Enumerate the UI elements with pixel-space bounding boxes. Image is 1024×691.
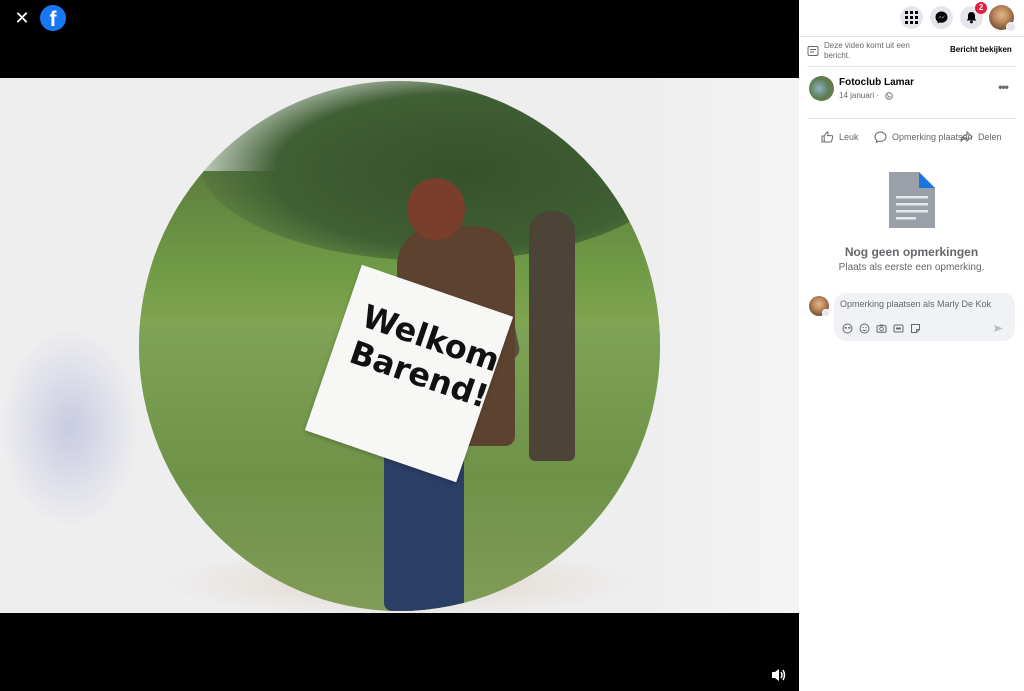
page-avatar[interactable] [809, 76, 834, 101]
empty-comments-title: Nog geen opmerkingen [844, 245, 979, 259]
share-button[interactable]: Delen [960, 130, 1010, 144]
thumbs-up-icon [821, 131, 834, 143]
more-options-button[interactable]: ••• [993, 80, 1013, 96]
scene-tree-trunk [529, 211, 575, 461]
top-navigation: 2 [799, 0, 1024, 36]
post-actions: Leuk Opmerking plaatsen Delen [799, 126, 1024, 148]
chevron-down-icon[interactable] [822, 309, 830, 317]
gif-icon[interactable] [893, 321, 904, 333]
video-frame[interactable]: Welkom Barend! [0, 78, 799, 613]
empty-comments-subtitle: Plaats als eerste een opmerking. [838, 262, 985, 273]
facebook-logo[interactable]: f [40, 5, 66, 31]
emoji-icon[interactable] [859, 321, 870, 334]
send-icon[interactable] [993, 321, 1004, 332]
post-header: Fotoclub Lamar 14 januari · ••• [799, 70, 1024, 110]
avatar-sticker-icon[interactable] [842, 321, 853, 334]
share-label: Delen [978, 132, 1002, 142]
post-icon [807, 46, 819, 56]
divider [807, 118, 1016, 119]
sign-text: Welkom Barend! [345, 297, 505, 416]
video-circle-scene: Welkom Barend! [139, 81, 660, 611]
comment-icon [874, 131, 887, 143]
camera-icon[interactable] [876, 321, 887, 333]
notification-count-badge: 2 [975, 2, 987, 14]
post-date[interactable]: 14 januari · [839, 91, 879, 100]
share-icon [960, 131, 973, 143]
comment-input[interactable] [840, 299, 1010, 309]
sticker-icon[interactable] [910, 321, 921, 333]
video-pane[interactable]: ✕ f Welkom Barend! [0, 0, 799, 691]
post-sidebar: 2 Deze video komt uit een bericht. Beric… [799, 0, 1024, 691]
chevron-down-icon[interactable] [1006, 22, 1016, 32]
no-comments-document-icon [889, 172, 935, 228]
volume-icon[interactable] [771, 668, 791, 686]
close-icon[interactable]: ✕ [10, 7, 34, 31]
comment-button[interactable]: Opmerking plaatsen [874, 130, 973, 144]
video-background-blur [640, 78, 799, 613]
facebook-video-viewer: ✕ f Welkom Barend! 2 Deze video komt uit… [0, 0, 1024, 691]
page-name[interactable]: Fotoclub Lamar [839, 77, 914, 88]
view-post-link[interactable]: Bericht bekijken [950, 45, 1012, 54]
messenger-icon[interactable] [930, 6, 953, 29]
grid-menu-icon[interactable] [900, 6, 923, 29]
like-button[interactable]: Leuk [821, 130, 867, 144]
globe-icon [885, 92, 893, 100]
source-post-notice: Deze video komt uit een bericht. Bericht… [799, 37, 1024, 67]
scene-person-head [407, 178, 465, 240]
divider [807, 66, 1016, 67]
source-post-text: Deze video komt uit een bericht. [824, 41, 910, 60]
video-background-blur [0, 328, 140, 528]
like-label: Leuk [839, 132, 859, 142]
comment-composer [834, 293, 1015, 341]
